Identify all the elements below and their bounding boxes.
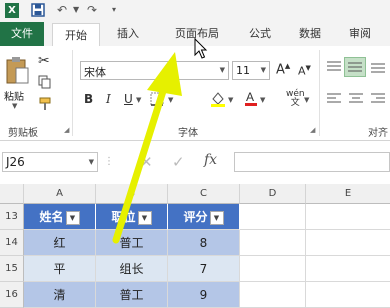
tab-insert[interactable]: 插入 bbox=[108, 22, 148, 46]
phonetic-dropdown-icon[interactable]: ▼ bbox=[304, 96, 309, 104]
grid-cell[interactable] bbox=[306, 282, 390, 308]
header-name-text: 姓名 bbox=[39, 210, 64, 224]
save-icon[interactable] bbox=[31, 3, 45, 20]
tab-review[interactable]: 审阅 bbox=[340, 22, 380, 46]
fill-color-icon[interactable] bbox=[210, 90, 226, 111]
svg-text:A: A bbox=[246, 90, 254, 104]
bold-icon[interactable]: B bbox=[84, 92, 93, 106]
align-left-icon[interactable] bbox=[326, 92, 342, 109]
grid-cell[interactable] bbox=[240, 282, 306, 308]
align-middle-icon[interactable] bbox=[344, 57, 366, 77]
font-launcher-icon[interactable]: ◢ bbox=[310, 126, 315, 134]
excel-logo-icon: X bbox=[5, 3, 19, 18]
copy-icon[interactable] bbox=[38, 75, 52, 92]
align-center-icon[interactable] bbox=[348, 92, 364, 109]
increase-font-size-icon[interactable]: A▲ bbox=[276, 62, 290, 77]
header-score-text: 评分 bbox=[183, 210, 208, 224]
group-divider bbox=[319, 50, 320, 136]
insert-function-icon[interactable]: fx bbox=[204, 152, 217, 168]
column-header-a[interactable]: A bbox=[24, 184, 96, 204]
table-cell[interactable]: 普工 bbox=[96, 230, 168, 256]
table-header-cell[interactable]: 职位 ▼ bbox=[96, 204, 168, 230]
tab-formulas[interactable]: 公式 bbox=[240, 22, 280, 46]
table-cell[interactable]: 平 bbox=[24, 256, 96, 282]
align-right-icon[interactable] bbox=[370, 92, 386, 109]
tab-file[interactable]: 文件 bbox=[0, 22, 44, 46]
column-header-e[interactable]: E bbox=[306, 184, 390, 204]
clipboard-group-label: 剪贴板 bbox=[8, 128, 38, 139]
paste-dropdown-icon[interactable]: ▼ bbox=[12, 102, 17, 110]
borders-icon[interactable] bbox=[150, 92, 164, 109]
grid-cell[interactable] bbox=[240, 204, 306, 230]
formula-bar-grip-icon: ⋮ bbox=[104, 156, 114, 167]
row-header[interactable]: 16 bbox=[0, 282, 24, 308]
alignment-group-label: 对齐 bbox=[368, 128, 388, 139]
table-header-cell[interactable]: 姓名 ▼ bbox=[24, 204, 96, 230]
column-header-d[interactable]: D bbox=[240, 184, 306, 204]
table-cell[interactable]: 清 bbox=[24, 282, 96, 308]
font-color-icon[interactable]: A bbox=[244, 89, 258, 110]
filter-dropdown-icon[interactable]: ▼ bbox=[137, 210, 152, 225]
column-header-c[interactable]: C bbox=[168, 184, 240, 204]
customize-qat-icon[interactable]: ▾ bbox=[112, 5, 116, 14]
group-divider bbox=[72, 50, 73, 136]
phonetic-guide-icon[interactable]: wén 文 bbox=[286, 90, 305, 108]
undo-icon[interactable]: ↶ bbox=[57, 3, 67, 17]
cancel-icon[interactable]: ✕ bbox=[140, 153, 153, 171]
tab-home[interactable]: 开始 bbox=[52, 23, 100, 47]
fill-color-dropdown-icon[interactable]: ▼ bbox=[228, 96, 233, 104]
filter-dropdown-icon[interactable]: ▼ bbox=[209, 210, 224, 225]
table-cell[interactable]: 普工 bbox=[96, 282, 168, 308]
mouse-cursor-icon bbox=[194, 38, 208, 59]
grid-cell[interactable] bbox=[306, 256, 390, 282]
redo-icon[interactable]: ↷ bbox=[87, 3, 97, 17]
row-header[interactable]: 13 bbox=[0, 204, 24, 230]
name-box-dropdown-icon[interactable]: ▼ bbox=[89, 158, 94, 166]
italic-icon[interactable]: I bbox=[106, 92, 111, 106]
column-header-b[interactable]: B bbox=[96, 184, 168, 204]
grid-cell[interactable] bbox=[240, 256, 306, 282]
header-position-text: 职位 bbox=[111, 210, 136, 224]
grid-cell[interactable] bbox=[306, 204, 390, 230]
clipboard-icon bbox=[6, 57, 29, 84]
table-header-cell[interactable]: 评分 ▼ bbox=[168, 204, 240, 230]
name-box[interactable]: J26 ▼ bbox=[2, 152, 98, 172]
table-cell[interactable]: 9 bbox=[168, 282, 240, 308]
font-size-box[interactable]: 11 ▼ bbox=[232, 61, 270, 80]
underline-icon[interactable]: U bbox=[124, 92, 133, 106]
format-painter-icon[interactable] bbox=[39, 97, 53, 114]
table-cell[interactable]: 组长 bbox=[96, 256, 168, 282]
row-header[interactable]: 14 bbox=[0, 230, 24, 256]
enter-icon[interactable]: ✓ bbox=[172, 153, 185, 171]
select-all-corner[interactable] bbox=[0, 184, 24, 204]
name-box-value: J26 bbox=[6, 155, 25, 169]
grid-cell[interactable] bbox=[240, 230, 306, 256]
font-color-dropdown-icon[interactable]: ▼ bbox=[260, 96, 265, 104]
clipboard-launcher-icon[interactable]: ◢ bbox=[64, 126, 69, 134]
table-cell[interactable]: 红 bbox=[24, 230, 96, 256]
row-header[interactable]: 15 bbox=[0, 256, 24, 282]
font-name-value: 宋体 bbox=[84, 66, 106, 79]
paste-label: 粘贴 bbox=[4, 92, 24, 103]
align-top-icon[interactable] bbox=[326, 60, 342, 77]
font-group-label: 字体 bbox=[178, 128, 198, 139]
font-size-value: 11 bbox=[236, 64, 250, 77]
table-cell[interactable]: 8 bbox=[168, 230, 240, 256]
decrease-font-size-icon[interactable]: A▼ bbox=[298, 64, 311, 78]
table-cell[interactable]: 7 bbox=[168, 256, 240, 282]
font-size-dropdown-icon[interactable]: ▼ bbox=[261, 66, 266, 74]
font-name-dropdown-icon[interactable]: ▼ bbox=[220, 66, 225, 74]
undo-dropdown-icon[interactable]: ▼ bbox=[73, 5, 79, 14]
underline-dropdown-icon[interactable]: ▼ bbox=[136, 96, 141, 104]
borders-dropdown-icon[interactable]: ▼ bbox=[168, 96, 173, 104]
tab-data[interactable]: 数据 bbox=[290, 22, 330, 46]
cut-icon[interactable]: ✂ bbox=[38, 53, 50, 69]
filter-dropdown-icon[interactable]: ▼ bbox=[65, 210, 80, 225]
align-bottom-icon[interactable] bbox=[370, 60, 386, 77]
font-name-box[interactable]: 宋体 ▼ bbox=[80, 61, 229, 80]
grid-cell[interactable] bbox=[306, 230, 390, 256]
formula-input[interactable] bbox=[234, 152, 390, 172]
